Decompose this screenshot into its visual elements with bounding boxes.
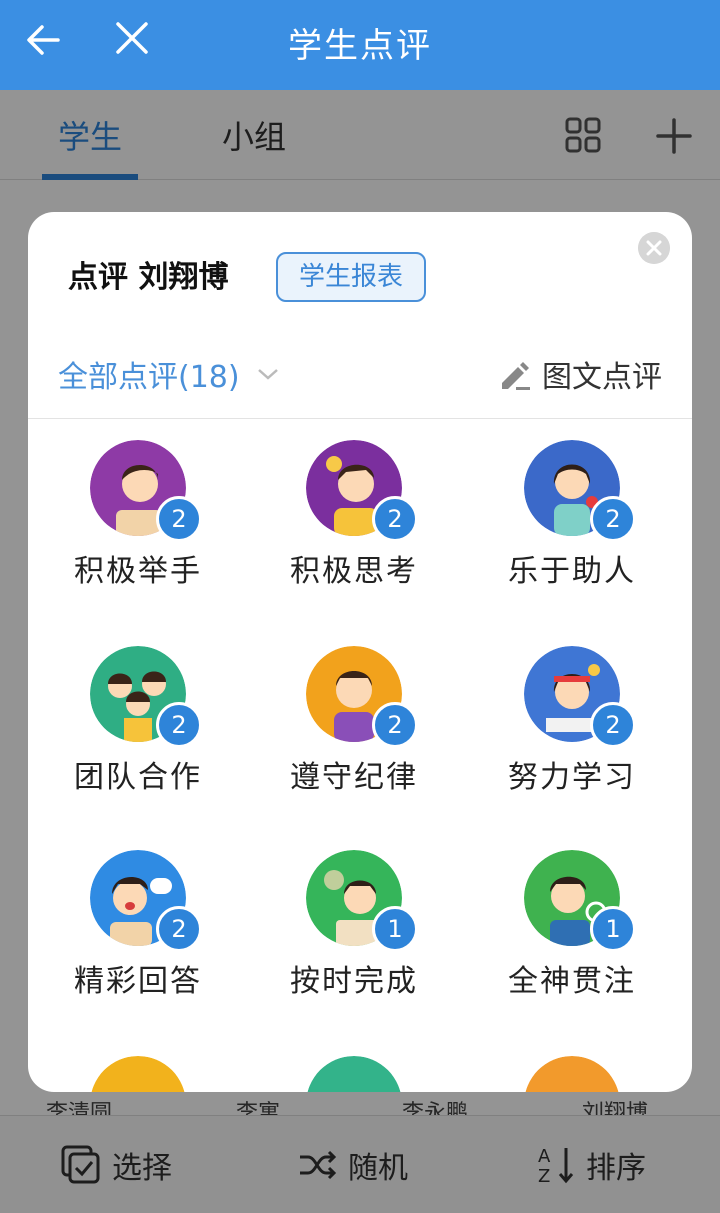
chevron-down-icon bbox=[257, 369, 278, 380]
student-avatar-icon bbox=[307, 1056, 401, 1092]
comment-dialog: 点评 刘翔博 学生报表 全部点评(18) 图文点评 2 积极举手 2 积极思考 … bbox=[28, 212, 692, 1092]
divider bbox=[28, 418, 692, 419]
comment-item[interactable]: 2 团队合作 bbox=[28, 646, 248, 826]
filter-label: 全部点评(18) bbox=[58, 360, 240, 395]
image-comment-button[interactable]: 图文点评 bbox=[498, 352, 662, 396]
count-badge: 2 bbox=[156, 702, 202, 748]
image-comment-label: 图文点评 bbox=[542, 360, 662, 395]
comment-item[interactable]: 1 按时完成 bbox=[244, 850, 464, 1030]
dialog-close-icon[interactable] bbox=[638, 232, 670, 264]
pencil-icon bbox=[502, 362, 530, 390]
count-badge: 2 bbox=[590, 702, 636, 748]
app-bar: 学生点评 bbox=[0, 0, 720, 90]
count-badge: 2 bbox=[372, 702, 418, 748]
comment-label: 努力学习 bbox=[508, 760, 636, 795]
comment-item[interactable]: 2 精彩回答 bbox=[28, 850, 248, 1030]
comment-avatar[interactable] bbox=[306, 1056, 402, 1092]
page-title: 学生点评 bbox=[288, 26, 432, 66]
count-badge: 2 bbox=[156, 906, 202, 952]
comment-label: 精彩回答 bbox=[74, 964, 202, 999]
count-badge: 1 bbox=[590, 906, 636, 952]
comment-label: 遵守纪律 bbox=[290, 760, 418, 795]
student-report-button[interactable]: 学生报表 bbox=[276, 252, 426, 302]
comment-item[interactable]: 2 积极举手 bbox=[28, 440, 248, 620]
comment-label: 积极举手 bbox=[74, 554, 202, 589]
dialog-title: 点评 刘翔博 bbox=[68, 260, 229, 295]
count-badge: 1 bbox=[372, 906, 418, 952]
student-avatar-icon bbox=[91, 1056, 185, 1092]
comment-item[interactable]: 2 乐于助人 bbox=[462, 440, 682, 620]
comment-avatar[interactable] bbox=[524, 1056, 620, 1092]
count-badge: 2 bbox=[156, 496, 202, 542]
comment-item[interactable]: 1 全神贯注 bbox=[462, 850, 682, 1030]
comment-label: 积极思考 bbox=[290, 554, 418, 589]
comment-avatar[interactable] bbox=[90, 1056, 186, 1092]
comment-label: 乐于助人 bbox=[508, 554, 636, 589]
comment-item[interactable]: 2 努力学习 bbox=[462, 646, 682, 826]
comment-item[interactable]: 2 遵守纪律 bbox=[244, 646, 464, 826]
comment-item[interactable]: 2 积极思考 bbox=[244, 440, 464, 620]
count-badge: 2 bbox=[372, 496, 418, 542]
comment-label: 全神贯注 bbox=[508, 964, 636, 999]
count-badge: 2 bbox=[590, 496, 636, 542]
comment-filter-dropdown[interactable]: 全部点评(18) bbox=[58, 352, 280, 396]
student-avatar-icon bbox=[525, 1056, 619, 1092]
comment-label: 团队合作 bbox=[74, 760, 202, 795]
comment-label: 按时完成 bbox=[290, 964, 418, 999]
